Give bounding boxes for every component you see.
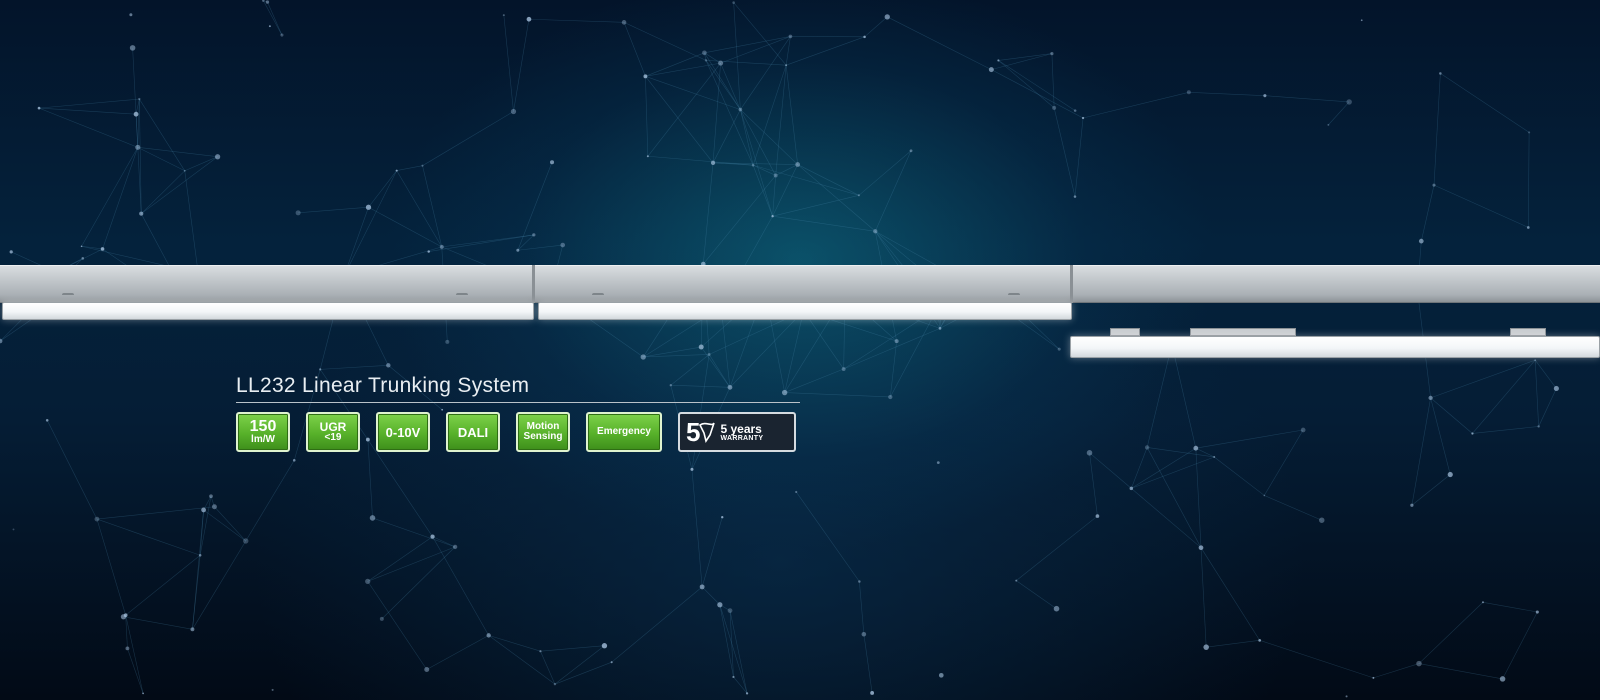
product-title: LL232 Linear Trunking System: [236, 374, 530, 397]
mount-clip: [592, 293, 604, 297]
gear-tray: [1190, 328, 1296, 336]
mount-clip: [456, 293, 468, 297]
warranty-badge: 5 5 years WARRANTY: [678, 412, 796, 452]
rail-joint: [532, 265, 535, 303]
dimming-0-10v-badge: 0-10V: [376, 412, 430, 452]
feature-badges: 150 lm/W UGR <19 0-10V DALI Motion Sensi…: [236, 412, 796, 452]
connector-block: [1110, 328, 1140, 336]
efficacy-badge: 150 lm/W: [236, 412, 290, 452]
light-tube: [2, 302, 534, 320]
light-tube: [538, 302, 1072, 320]
warranty-ribbon-icon: [699, 422, 716, 443]
title-underline: [236, 402, 800, 403]
motion-sensing-badge: Motion Sensing: [516, 412, 570, 452]
ugr-badge: UGR <19: [306, 412, 360, 452]
rail-joint: [1070, 265, 1073, 303]
dali-badge: DALI: [446, 412, 500, 452]
mount-clip: [1008, 293, 1020, 297]
emergency-badge: Emergency: [586, 412, 662, 452]
connector-block: [1510, 328, 1546, 336]
light-module-lowered: [1070, 336, 1600, 358]
trunking-rail: [0, 265, 1600, 303]
hero-banner: LL232 Linear Trunking System 150 lm/W UG…: [0, 0, 1600, 700]
mount-clip: [62, 293, 74, 297]
